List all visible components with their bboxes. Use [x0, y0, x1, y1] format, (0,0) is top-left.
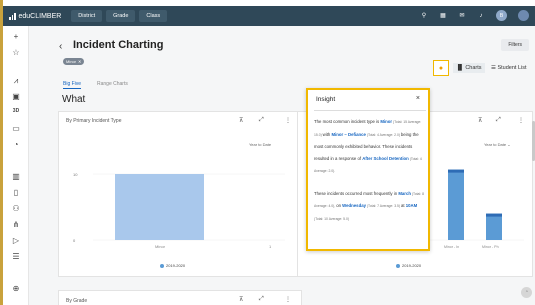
hierarchy-icon[interactable]: ⋔ — [3, 220, 29, 229]
app-logo[interactable]: eduCLIMBER — [9, 12, 62, 20]
people-icon[interactable]: ⚇ — [3, 204, 29, 213]
back-chevron-icon[interactable]: ‹ — [59, 41, 62, 52]
tab-district[interactable]: District — [71, 10, 103, 22]
chip-close-icon[interactable]: ✕ — [78, 59, 81, 64]
insight-highlight: March — [398, 190, 411, 196]
insight-highlight: After School Detention — [362, 155, 409, 161]
list-icon: ☰ — [491, 65, 496, 71]
calendar-icon[interactable]: ▥ — [3, 172, 29, 181]
divider — [314, 110, 426, 111]
send-icon[interactable]: ▷ — [3, 236, 29, 245]
x-tick-label: 1 — [269, 244, 272, 249]
bell-icon[interactable]: ♪ — [477, 13, 485, 19]
insight-highlight: 10AM — [405, 203, 418, 208]
bar-minor-ph[interactable] — [486, 213, 502, 240]
x-tick-label: Minor - In — [444, 245, 459, 249]
insight-stat: (Total: 4 Average: 2.0) — [365, 132, 401, 137]
more-icon[interactable]: ⋮ — [285, 296, 291, 303]
insight-highlight: Minor – Defiance — [331, 131, 366, 137]
y-tick-label: 10 — [73, 172, 78, 177]
top-nav-bar: eduCLIMBER District Grade Class ⚲ ▦ ✉ ♪ … — [3, 6, 535, 26]
legend-dot — [160, 263, 164, 268]
legend-label: 2019-2020 — [166, 263, 186, 268]
bar-minor[interactable] — [115, 174, 204, 240]
bar-cap — [486, 213, 502, 217]
insight-stat: (Total: 7 Average: 3.5) — [365, 204, 401, 208]
secondary-avatar[interactable] — [518, 10, 529, 21]
tab-grade[interactable]: Grade — [106, 10, 136, 22]
bar-minor-in[interactable] — [448, 169, 464, 240]
insight-stat: (Total: 10 Average: 5.0) — [314, 216, 349, 221]
x-tick-label: Minor — [155, 244, 166, 249]
search-icon[interactable]: ⚲ — [420, 12, 428, 19]
bar-chart-left: 10 0 Minor 1 — [73, 172, 285, 249]
student-list-label: Student List — [497, 65, 527, 71]
analytics-icon[interactable]: ⩘ — [3, 76, 29, 86]
lightbulb-icon: ● — [438, 64, 444, 72]
insight-text-part: These incidents occurred most frequently… — [314, 190, 399, 196]
charts-label: Charts — [465, 65, 482, 71]
top-nav-icons: ⚲ ▦ ✉ ♪ B — [420, 10, 529, 21]
main-content: ‹ Incident Charting Minor ✕ Filters Big … — [29, 26, 535, 305]
expand-icon[interactable]: ⤢ — [259, 296, 264, 303]
filter-chip-label: Minor — [66, 59, 77, 64]
avatar[interactable]: B — [496, 10, 507, 21]
tab-class[interactable]: Class — [139, 10, 168, 22]
insight-highlight: Minor — [380, 119, 393, 124]
chart-card-primary-incident: By Primary Incident Type ⊼ ⤢ ⋮ Year to D… — [58, 111, 302, 277]
x-tick-label: Minor - Ph — [482, 245, 499, 249]
close-icon[interactable]: × — [416, 95, 420, 102]
chart-legend: 2019-2020 — [160, 263, 185, 268]
mail-icon[interactable]: ✉ — [458, 12, 466, 19]
page-title: Incident Charting — [73, 39, 164, 51]
star-icon[interactable]: ☆ — [3, 48, 29, 57]
level-tabs: District Grade Class — [71, 10, 168, 22]
insight-text-part: with — [322, 131, 332, 137]
chart-legend: 2019-2020 — [396, 263, 421, 268]
insight-title: Insight — [316, 96, 336, 103]
sidebar: + ☆ ⩘ ▣ 3D ▭ ◔ ▥ ▯ ⚇ ⋔ ▷ ☰ ⊕ — [3, 26, 29, 305]
insight-text-part: The most common incident type is — [314, 119, 381, 124]
pin-icon[interactable]: ⊼ — [239, 296, 243, 303]
insight-bulb-button[interactable]: ● — [433, 60, 449, 76]
insight-paragraph: The most common incident type is Minor (… — [314, 116, 424, 178]
filter-chip[interactable]: Minor ✕ — [63, 58, 85, 65]
calendar-icon[interactable]: ▦ — [439, 12, 447, 19]
insight-text: The most common incident type is Minor (… — [314, 116, 424, 235]
dashboard-icon[interactable]: ▣ — [3, 92, 29, 101]
clipboard-icon[interactable]: ▯ — [3, 188, 29, 197]
chat-icon[interactable]: ◔ — [521, 287, 532, 298]
chart-card-grade: By Grade ⊼ ⤢ ⋮ — [58, 290, 302, 305]
paint-icon[interactable]: ◔ — [3, 140, 29, 149]
card-title: By Grade — [66, 298, 88, 304]
tab-range-charts[interactable]: Range Charts — [97, 81, 128, 87]
bar-chart-icon: ▐▌ — [456, 65, 464, 71]
add-icon[interactable]: + — [3, 32, 29, 41]
3d-icon[interactable]: 3D — [3, 108, 29, 114]
list-icon[interactable]: ☰ — [3, 252, 29, 261]
app-name: eduCLIMBER — [18, 12, 62, 20]
y-tick-label: 0 — [73, 238, 76, 243]
bar-cap — [448, 169, 464, 173]
student-list-button[interactable]: ☰ Student List — [488, 63, 530, 73]
app-frame: eduCLIMBER District Grade Class ⚲ ▦ ✉ ♪ … — [3, 0, 535, 305]
charts-button[interactable]: ▐▌ Charts — [453, 63, 485, 73]
tab-big-five[interactable]: Big Five — [63, 81, 82, 89]
logo-bars-icon — [9, 12, 16, 20]
insight-popup: Insight × The most common incident type … — [306, 88, 430, 251]
insight-highlight: Wednesday — [342, 203, 366, 208]
screen-icon[interactable]: ▭ — [3, 124, 29, 133]
help-icon[interactable]: ⊕ — [3, 284, 29, 293]
legend-dot — [396, 263, 400, 268]
legend-label: 2019-2020 — [402, 263, 422, 268]
section-title: What — [62, 94, 86, 105]
filters-button[interactable]: Filters — [501, 39, 529, 51]
insight-paragraph: These incidents occurred most frequently… — [314, 188, 424, 226]
